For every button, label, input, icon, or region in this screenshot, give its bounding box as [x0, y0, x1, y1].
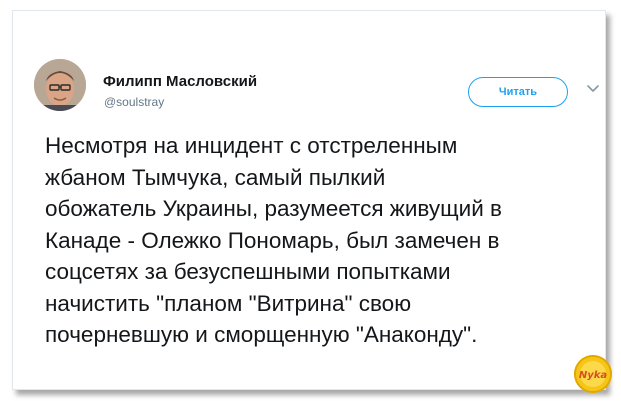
tweet-text: Несмотря на инцидент с отстреленным жбан…	[45, 133, 502, 347]
avatar[interactable]	[34, 59, 86, 111]
svg-text:Nyka: Nyka	[579, 370, 608, 381]
author-name[interactable]: Филипп Масловский	[103, 73, 257, 90]
watermark-logo-image: Nyka	[576, 357, 610, 391]
tweet-card: Филипп Масловский @soulstray Читать Несм…	[12, 10, 612, 393]
chevron-down-icon[interactable]	[586, 84, 600, 94]
author-handle[interactable]: @soulstray	[104, 95, 164, 109]
avatar-image	[34, 59, 86, 111]
follow-button[interactable]: Читать	[468, 77, 568, 107]
logo-watermark: Nyka	[574, 355, 612, 393]
